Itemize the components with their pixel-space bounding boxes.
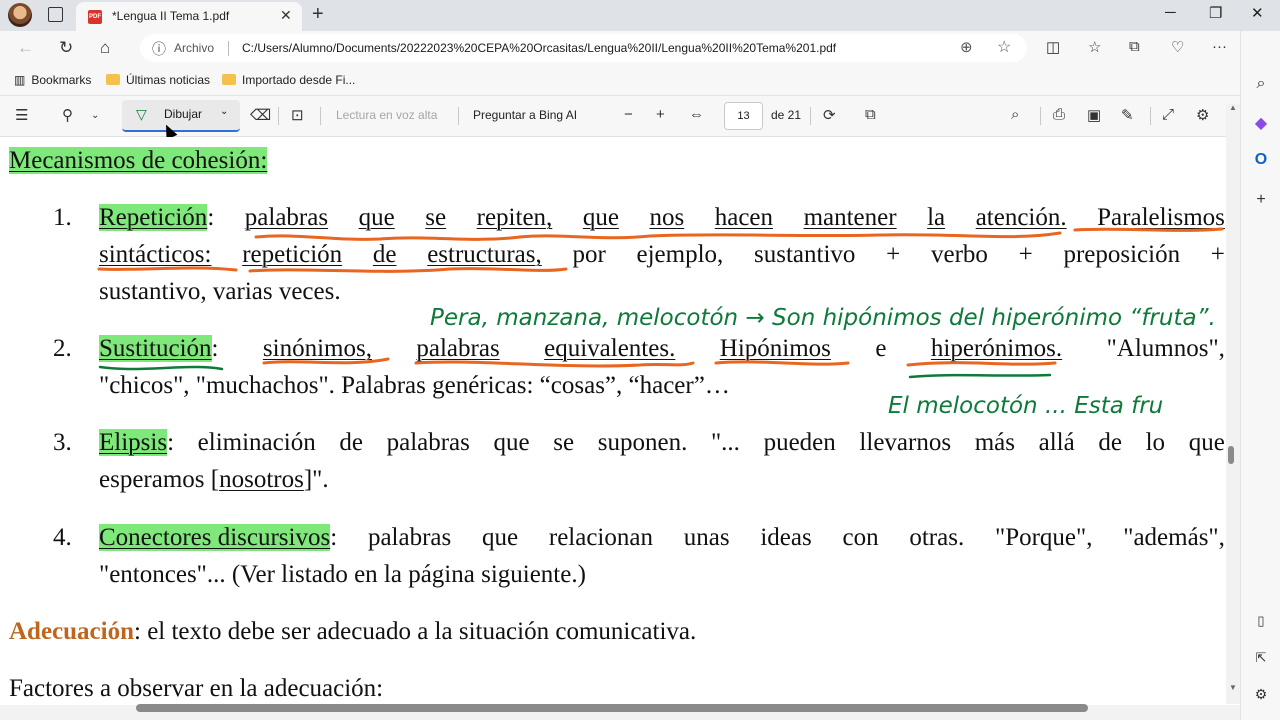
pdf-settings-icon[interactable]: ⚙ — [1196, 106, 1209, 124]
ask-bing-button[interactable]: Preguntar a Bing AI — [473, 108, 577, 122]
page-total: de 21 — [771, 108, 802, 122]
address-bar[interactable]: ⓘ Archivo C:/Users/Alumno/Documents/2022… — [140, 34, 1027, 62]
favorite-star-icon[interactable]: ☆ — [997, 37, 1011, 57]
toolbar-separator — [1040, 107, 1041, 125]
zoom-in-icon[interactable]: + — [656, 106, 665, 123]
page-view-icon[interactable]: ⧉ — [865, 106, 876, 123]
outlook-icon[interactable]: O — [1251, 151, 1271, 169]
orange-underline — [248, 267, 568, 273]
toolbar-separator — [810, 107, 811, 125]
bookmarks-icon: ▥ — [14, 73, 26, 87]
navigation-bar: ← ↻ ⌂ ⓘ Archivo C:/Users/Alumno/Document… — [0, 31, 1280, 67]
tab-active[interactable]: PDF *Lengua II Tema 1.pdf ✕ — [76, 2, 302, 31]
print-icon[interactable]: ⎙ — [1053, 106, 1065, 123]
fullscreen-icon[interactable]: ⤢ — [1162, 106, 1174, 123]
minimize-icon[interactable]: ─ — [1165, 4, 1176, 21]
toolbar-separator — [320, 107, 321, 125]
text-box-icon[interactable]: ⊡ — [291, 106, 304, 124]
toolbar-separator — [458, 107, 459, 125]
pdf-page: Mecanismos de cohesión: 1. Repetición: p… — [0, 137, 1226, 705]
orange-underline — [714, 360, 850, 366]
restore-icon[interactable]: ❐ — [1209, 4, 1222, 22]
open-external-icon[interactable]: ⇱ — [1251, 650, 1271, 666]
pdf-file-icon: PDF — [88, 10, 102, 24]
eraser-icon[interactable]: ⌫ — [250, 106, 271, 124]
favorites-icon[interactable]: ☆ — [1088, 38, 1101, 56]
profile-avatar[interactable] — [8, 3, 32, 27]
bookmark-ultimas-noticias[interactable]: Últimas noticias — [106, 73, 210, 87]
fit-width-icon[interactable]: ⇔ — [689, 106, 704, 123]
close-icon[interactable]: ✕ — [280, 7, 292, 24]
read-aloud-button[interactable]: Lectura en voz alta — [336, 108, 437, 122]
page-number-input[interactable]: 13 — [724, 102, 763, 130]
orange-underline — [414, 360, 695, 368]
url-text[interactable]: C:/Users/Alumno/Documents/20222023%20CEP… — [242, 41, 836, 55]
pen-icon: ▽ — [136, 106, 147, 122]
zoom-icon[interactable]: ⊕ — [960, 38, 973, 56]
sidebar-panel-icon[interactable]: ▯ — [1251, 613, 1271, 629]
save-icon[interactable]: ▣ — [1087, 106, 1101, 124]
search-icon[interactable]: ⌕ — [1011, 106, 1019, 123]
toolbar-separator — [278, 107, 279, 125]
folder-icon — [106, 74, 120, 85]
window-close-icon[interactable]: ✕ — [1251, 4, 1264, 22]
back-icon[interactable]: ← — [17, 38, 34, 58]
copilot-app-icon[interactable]: ◆ — [1251, 113, 1271, 133]
chevron-down-icon[interactable]: ⌄ — [91, 110, 99, 121]
green-underline — [98, 365, 224, 371]
pdf-toolbar: ☰ ⚲ ⌄ ▽ Dibujar ⌄ ⌫ ⊡ Lectura en voz alt… — [0, 96, 1240, 137]
highlight-icon[interactable]: ⚲ — [62, 106, 73, 124]
orange-underline — [262, 357, 390, 365]
vertical-scrollbar[interactable] — [1226, 104, 1240, 704]
folder-icon — [222, 74, 236, 85]
draw-button[interactable]: ▽ Dibujar ⌄ — [122, 100, 240, 132]
zoom-out-icon[interactable]: − — [624, 106, 633, 123]
bookmarks-bar: ▥ Bookmarks Últimas noticias Importado de… — [0, 67, 1240, 96]
tab-bar: PDF *Lengua II Tema 1.pdf ✕ + ─ ❐ ✕ — [0, 0, 1280, 31]
orange-underline — [906, 361, 1057, 367]
horizontal-scroll-thumb[interactable] — [136, 704, 1088, 712]
handwritten-note-2: El melocotón ... Esta fru — [888, 393, 1163, 419]
address-label: Archivo — [174, 41, 215, 55]
scroll-down-icon[interactable]: ▼ — [1229, 683, 1237, 692]
more-menu-icon[interactable]: ··· — [1212, 38, 1227, 55]
orange-underline — [1073, 227, 1224, 232]
collections-icon[interactable]: ⧉ — [1129, 38, 1140, 55]
split-screen-icon[interactable]: ◫ — [1046, 38, 1060, 56]
settings-icon[interactable]: ⚙ — [1251, 686, 1271, 703]
scroll-up-icon[interactable]: ▲ — [1229, 103, 1237, 112]
orange-underline — [97, 266, 238, 272]
bookmark-importado[interactable]: Importado desde Fi... — [222, 73, 355, 87]
chevron-down-icon: ⌄ — [220, 106, 229, 117]
green-underline — [908, 373, 1052, 379]
refresh-icon[interactable]: ↻ — [59, 38, 73, 58]
draw-label: Dibujar — [164, 107, 203, 121]
edge-sidebar: ⌕ ◆ O + ▯ ⇱ ⚙ — [1240, 31, 1280, 720]
save-as-icon[interactable]: ✎ — [1121, 106, 1134, 124]
home-icon[interactable]: ⌂ — [100, 38, 110, 58]
address-separator — [228, 41, 229, 56]
table-of-contents-icon[interactable]: ☰ — [15, 106, 28, 124]
toolbar-separator — [1150, 107, 1151, 125]
new-tab-icon[interactable]: + — [312, 3, 324, 26]
search-icon[interactable]: ⌕ — [1251, 75, 1271, 93]
info-icon[interactable]: ⓘ — [152, 39, 166, 59]
handwritten-note-1: Pera, manzana, melocotón → Son hipónimos… — [430, 305, 1216, 331]
add-app-icon[interactable]: + — [1251, 191, 1271, 209]
ink-annotations: Pera, manzana, melocotón → Son hipónimos… — [97, 227, 1224, 419]
vertical-scroll-thumb[interactable] — [1228, 446, 1234, 464]
orange-underline — [254, 231, 1062, 241]
tab-actions-icon[interactable] — [48, 7, 63, 22]
heart-pulse-icon[interactable]: ♡ — [1171, 38, 1184, 56]
tab-title: *Lengua II Tema 1.pdf — [112, 9, 230, 23]
bookmark-bookmarks[interactable]: ▥ Bookmarks — [14, 73, 91, 87]
rotate-icon[interactable]: ⟳ — [823, 106, 836, 124]
